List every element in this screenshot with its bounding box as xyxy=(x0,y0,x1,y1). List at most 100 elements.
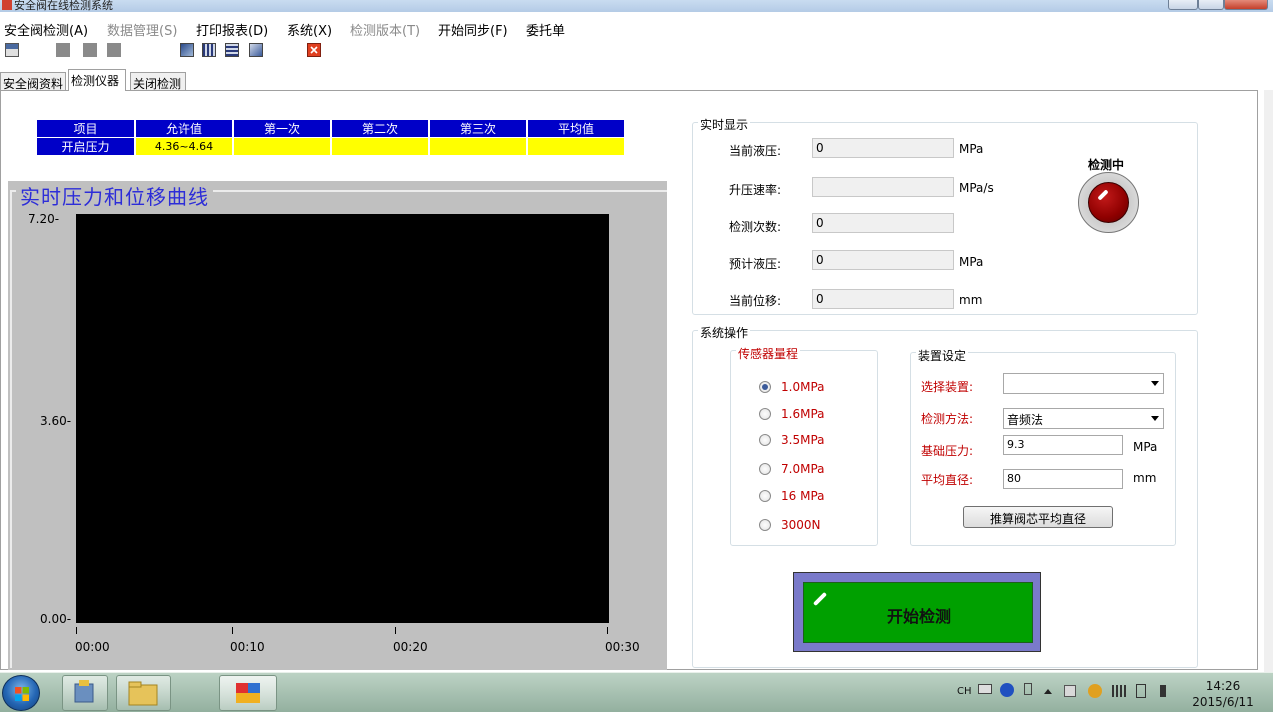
base-pressure-input[interactable]: 9.3 xyxy=(1003,435,1123,455)
radio-16mpa[interactable] xyxy=(759,490,771,502)
taskbar-app-valve-test[interactable] xyxy=(219,675,277,711)
menu-data-management[interactable]: 数据管理(S) xyxy=(107,20,177,39)
radio-label[interactable]: 3.5MPa xyxy=(781,433,825,447)
start-menu-button[interactable] xyxy=(2,675,40,711)
y-tick-label: 3.60- xyxy=(40,414,72,428)
radio-label[interactable]: 16 MPa xyxy=(781,489,825,503)
header-first: 第一次 xyxy=(234,120,330,137)
maximize-button[interactable] xyxy=(1198,0,1224,10)
radio-3-5mpa[interactable] xyxy=(759,434,771,446)
radio-label[interactable]: 1.0MPa xyxy=(781,380,825,394)
tab-valve-info[interactable]: 安全阀资料 xyxy=(0,72,66,91)
report-icon[interactable] xyxy=(202,43,216,57)
cell-second xyxy=(332,138,428,155)
realtime-group-title: 实时显示 xyxy=(698,116,751,133)
help-icon[interactable] xyxy=(1000,683,1014,697)
radio-1-0mpa[interactable] xyxy=(759,381,771,393)
radio-label[interactable]: 1.6MPa xyxy=(781,407,825,421)
radio-1-6mpa[interactable] xyxy=(759,408,771,420)
minimize-button[interactable] xyxy=(1168,0,1198,10)
toolbar-disabled-icon-1[interactable] xyxy=(56,43,70,57)
volume-icon[interactable] xyxy=(1160,685,1172,697)
power-icon[interactable] xyxy=(1136,684,1146,698)
current-pressure-label: 当前液压: xyxy=(729,144,782,158)
test-method-value: 音频法 xyxy=(1007,413,1044,427)
system-clock[interactable]: 14:26 2015/6/11 xyxy=(1183,678,1263,710)
radio-label[interactable]: 7.0MPa xyxy=(781,462,825,476)
tab-instrument[interactable]: 检测仪器 xyxy=(68,69,126,91)
menu-commission[interactable]: 委托单 xyxy=(526,20,565,39)
avg-diameter-label: 平均直径: xyxy=(921,473,974,487)
close-button[interactable] xyxy=(1224,0,1268,10)
x-tick-mark xyxy=(232,627,233,634)
taskbar: CH 14:26 2015/6/11 xyxy=(0,672,1273,712)
chart-icon[interactable] xyxy=(180,43,194,57)
start-test-frame: 开始检测 xyxy=(793,572,1041,652)
chart-plot-area xyxy=(76,214,609,623)
device-settings-title: 装置设定 xyxy=(916,347,969,364)
table-row: 开启压力 4.36~4.64 xyxy=(37,138,624,155)
image-icon[interactable] xyxy=(249,43,263,57)
folder-icon xyxy=(128,681,158,706)
x-tick-mark xyxy=(76,627,77,634)
menu-print-report[interactable]: 打印报表(D) xyxy=(196,20,268,39)
status-lamp-icon xyxy=(1078,172,1139,233)
start-test-button[interactable]: 开始检测 xyxy=(803,582,1033,643)
base-pressure-label: 基础压力: xyxy=(921,444,974,458)
test-count-label: 检测次数: xyxy=(729,220,782,234)
result-table: 项目 允许值 第一次 第二次 第三次 平均值 开启压力 4.36~4.64 xyxy=(35,119,626,156)
test-method-dropdown[interactable]: 音频法 xyxy=(1003,408,1164,429)
cell-first xyxy=(234,138,330,155)
toolbar-disabled-icon-2[interactable] xyxy=(83,43,97,57)
table-icon[interactable] xyxy=(225,43,239,57)
header-second: 第二次 xyxy=(332,120,428,137)
vertical-scrollbar[interactable] xyxy=(1264,90,1273,672)
network-icon[interactable] xyxy=(1112,685,1126,697)
tools-icon xyxy=(74,680,94,703)
input-language-indicator[interactable]: CH xyxy=(957,686,972,697)
chevron-down-icon xyxy=(1151,381,1159,386)
avg-diameter-input[interactable]: 80 xyxy=(1003,469,1123,489)
ime-options-icon[interactable] xyxy=(1024,683,1032,695)
expected-pressure-value: 0 xyxy=(812,250,954,270)
radio-7-0mpa[interactable] xyxy=(759,463,771,475)
tab-close-test[interactable]: 关闭检测 xyxy=(130,72,186,91)
toolbar xyxy=(0,41,1273,59)
windows-logo-icon xyxy=(15,687,29,701)
y-tick-label: 0.00- xyxy=(40,612,72,626)
taskbar-app-file-explorer[interactable] xyxy=(116,675,171,711)
avg-diameter-unit: mm xyxy=(1133,471,1157,485)
cell-allowed: 4.36~4.64 xyxy=(136,138,232,155)
app-icon xyxy=(2,0,12,10)
lamp-highlight xyxy=(1097,189,1109,201)
chart-title: 实时压力和位移曲线 xyxy=(16,181,213,210)
qq-icon[interactable] xyxy=(1088,684,1102,698)
test-method-label: 检测方法: xyxy=(921,412,974,426)
taskbar-app-explorer-tools[interactable] xyxy=(62,675,108,711)
menu-safety-valve-test[interactable]: 安全阀检测(A) xyxy=(4,20,88,39)
header-allowed: 允许值 xyxy=(136,120,232,137)
window-title: 安全阀在线检测系统 xyxy=(14,0,113,12)
toolbar-disabled-icon-3[interactable] xyxy=(107,43,121,57)
open-icon[interactable] xyxy=(5,43,19,57)
current-displacement-value: 0 xyxy=(812,289,954,309)
calc-diameter-button[interactable]: 推算阀芯平均直径 xyxy=(963,506,1113,528)
action-center-icon[interactable] xyxy=(1064,685,1076,697)
base-pressure-unit: MPa xyxy=(1133,440,1158,454)
menu-bar: 安全阀检测(A) 数据管理(S) 打印报表(D) 系统(X) 检测版本(T) 开… xyxy=(0,18,1273,40)
show-hidden-icons-icon[interactable] xyxy=(1044,689,1052,694)
y-tick-label: 7.20- xyxy=(28,212,60,226)
menu-test-version[interactable]: 检测版本(T) xyxy=(350,20,420,39)
select-device-label: 选择装置: xyxy=(921,380,974,394)
table-header-row: 项目 允许值 第一次 第二次 第三次 平均值 xyxy=(37,120,624,137)
exit-icon[interactable] xyxy=(307,43,321,57)
expected-pressure-unit: MPa xyxy=(959,255,984,269)
system-ops-title: 系统操作 xyxy=(698,324,751,341)
menu-system[interactable]: 系统(X) xyxy=(287,20,332,39)
radio-3000n[interactable] xyxy=(759,519,771,531)
radio-label[interactable]: 3000N xyxy=(781,518,821,532)
test-count-value: 0 xyxy=(812,213,954,233)
menu-start-sync[interactable]: 开始同步(F) xyxy=(438,20,508,39)
keyboard-icon[interactable] xyxy=(978,684,992,694)
select-device-dropdown[interactable] xyxy=(1003,373,1164,394)
